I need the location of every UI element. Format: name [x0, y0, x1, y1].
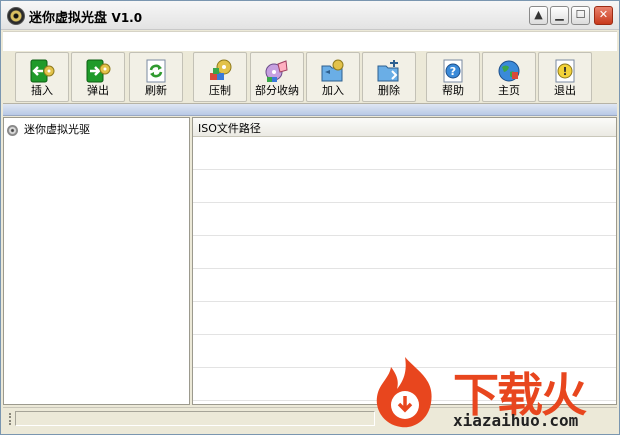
- tree-root-label: 迷你虚拟光驱: [24, 123, 90, 136]
- svg-text:!: !: [562, 65, 567, 78]
- grip-icon: [9, 413, 13, 425]
- disc-app-icon: [7, 7, 25, 25]
- flame-logo-icon: [376, 357, 432, 428]
- refresh-icon: [146, 59, 166, 83]
- list-row[interactable]: [193, 203, 616, 236]
- maximize-icon: ☐: [575, 8, 586, 21]
- maximize-button[interactable]: ☐: [571, 6, 590, 25]
- window-title: 迷你虚拟光盘 V1.0: [29, 7, 142, 26]
- exit-label: 退出: [554, 84, 576, 97]
- eject-button[interactable]: 弹出: [71, 52, 125, 102]
- minimize-button[interactable]: ▁: [550, 6, 569, 25]
- homepage-globe-icon: [498, 60, 520, 82]
- exit-icon: !: [555, 59, 575, 83]
- compress-label: 压制: [209, 84, 231, 97]
- insert-label: 插入: [31, 84, 53, 97]
- list-column-header[interactable]: ISO文件路径: [193, 118, 616, 137]
- svg-text:?: ?: [450, 65, 456, 78]
- partial-collect-label: 部分收纳: [255, 84, 299, 97]
- main-window: 迷你虚拟光盘 V1.0 ▲ ▁ ☐ ✕ 插入 弹出 刷新 压制 部分收纳 加入 …: [0, 0, 620, 435]
- close-icon: ✕: [598, 8, 609, 21]
- cd-drive-icon: [7, 124, 18, 136]
- title-bar[interactable]: 迷你虚拟光盘 V1.0 ▲ ▁ ☐ ✕: [1, 1, 619, 30]
- menu-bar: [3, 31, 617, 53]
- close-button[interactable]: ✕: [594, 6, 613, 25]
- add-label: 加入: [322, 84, 344, 97]
- compress-icon: [210, 59, 232, 80]
- delete-label: 删除: [378, 84, 400, 97]
- help-icon: ?: [443, 59, 463, 83]
- toolbar: 插入 弹出 刷新 压制 部分收纳 加入 删除 ? 帮助 主页 ! 退出: [3, 51, 617, 104]
- status-panel: [15, 411, 375, 426]
- insert-disc-icon: [30, 59, 55, 83]
- watermark-domain: xiazaihuo.com: [453, 411, 579, 430]
- list-row[interactable]: [193, 170, 616, 203]
- toolbar-separator: [3, 104, 617, 116]
- minimize-icon: ▁: [555, 8, 564, 21]
- window-title-main: 迷你虚拟光盘: [29, 11, 108, 26]
- iso-path-column: ISO文件路径: [198, 122, 261, 135]
- add-button[interactable]: 加入: [306, 52, 360, 102]
- eject-disc-icon: [86, 59, 111, 83]
- drive-tree[interactable]: 迷你虚拟光驱: [3, 117, 190, 405]
- exit-button[interactable]: ! 退出: [538, 52, 592, 102]
- delete-button[interactable]: 删除: [362, 52, 416, 102]
- insert-button[interactable]: 插入: [15, 52, 69, 102]
- add-folder-icon: [321, 59, 344, 82]
- eject-label: 弹出: [87, 84, 109, 97]
- homepage-label: 主页: [498, 84, 520, 97]
- scroll-up-button[interactable]: ▲: [529, 6, 548, 25]
- compress-button[interactable]: 压制: [193, 52, 247, 102]
- homepage-button[interactable]: 主页: [482, 52, 536, 102]
- partial-collect-icon: [265, 60, 288, 82]
- list-row[interactable]: [193, 269, 616, 302]
- watermark: 下载火 xiazaihuo.com: [363, 353, 613, 433]
- refresh-button[interactable]: 刷新: [129, 52, 183, 102]
- partial-collect-button[interactable]: 部分收纳: [250, 52, 304, 102]
- refresh-label: 刷新: [145, 84, 167, 97]
- delete-folder-icon: [377, 60, 399, 82]
- help-button[interactable]: ? 帮助: [426, 52, 480, 102]
- tree-root-item[interactable]: 迷你虚拟光驱: [7, 121, 90, 137]
- help-label: 帮助: [442, 84, 464, 97]
- window-title-version: V1.0: [111, 11, 143, 25]
- list-row[interactable]: [193, 302, 616, 335]
- list-row[interactable]: [193, 137, 616, 170]
- list-row[interactable]: [193, 236, 616, 269]
- caret-up-icon: ▲: [534, 8, 543, 21]
